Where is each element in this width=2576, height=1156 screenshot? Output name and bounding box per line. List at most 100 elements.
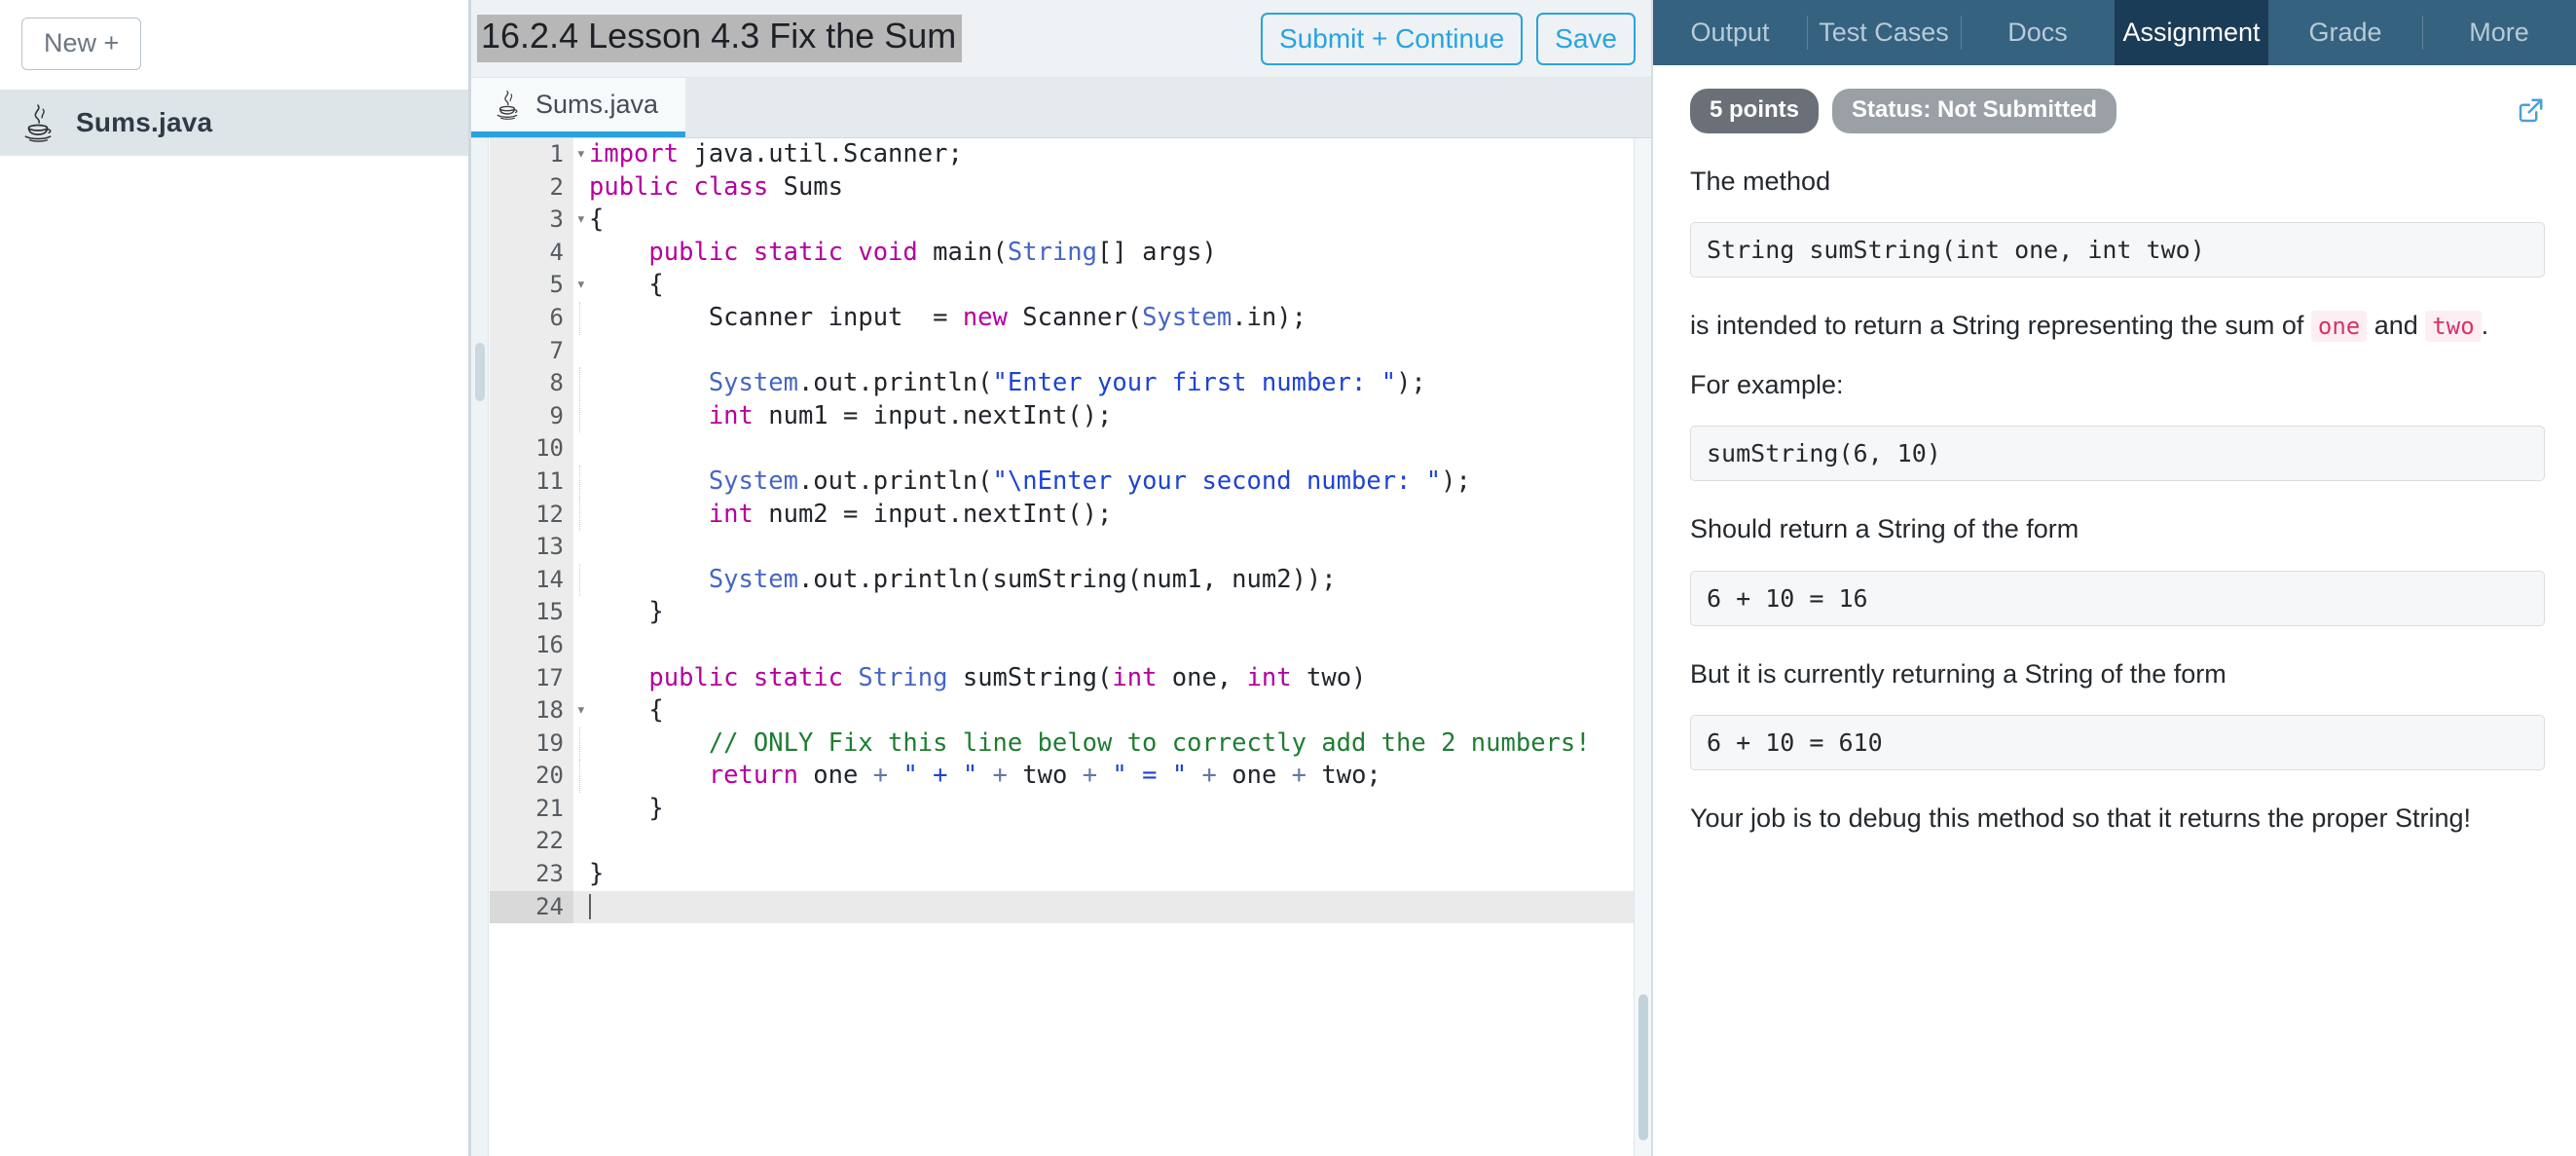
sidebar-file-sums-java[interactable]: Sums.java — [0, 89, 468, 156]
line-number: 14 — [490, 563, 573, 597]
code-line[interactable]: 2 public class Sums — [490, 170, 1634, 205]
code-text[interactable]: Scanner input = new Scanner(System.in); — [573, 301, 1634, 335]
editor-left-scrollbar-thumb[interactable] — [475, 343, 485, 401]
code-text[interactable]: System.out.println("Enter your first num… — [573, 367, 1634, 400]
code-text[interactable]: System.out.println("\nEnter your second … — [573, 465, 1634, 499]
line-number: 10 — [490, 432, 573, 466]
code-text[interactable]: return one + " + " + two + " = " + one +… — [573, 760, 1634, 793]
code-text[interactable]: } — [573, 596, 1634, 629]
code-text[interactable]: import java.util.Scanner; — [573, 138, 1634, 171]
code-editor[interactable]: 1 ▾ import java.util.Scanner; 2 public class… — [471, 138, 1651, 1156]
code-line[interactable]: 21 } — [490, 792, 1634, 826]
code-line[interactable]: 4 public static void main(String[] args) — [490, 236, 1634, 270]
line-number: 8 — [490, 367, 573, 400]
panel-tab-more[interactable]: More — [2422, 0, 2576, 65]
editor-tab-label: Sums.java — [535, 90, 659, 119]
new-file-button[interactable]: New + — [21, 18, 142, 70]
code-text[interactable]: public static String sumString(int one, … — [573, 662, 1634, 695]
code-token: Scanner( — [1022, 302, 1143, 332]
submit-continue-button[interactable]: Submit + Continue — [1261, 12, 1524, 65]
code-token: int — [1246, 662, 1306, 692]
code-text[interactable]: public static void main(String[] args) — [573, 237, 1634, 270]
code-token: public static — [648, 662, 859, 692]
code-token: one, — [1171, 662, 1247, 692]
code-line[interactable]: 18 ▾ { — [490, 694, 1634, 727]
code-text[interactable]: int num1 = input.nextInt(); — [573, 399, 1634, 433]
code-text[interactable]: // ONLY Fix this line below to correctly… — [573, 727, 1634, 761]
code-line[interactable]: 1 ▾ import java.util.Scanner; — [490, 138, 1634, 171]
assignment-paragraph: Your job is to debug this method so that… — [1690, 802, 2471, 833]
line-number: 7 — [490, 334, 573, 368]
code-text[interactable]: } — [573, 793, 1634, 826]
code-token: one — [1232, 761, 1292, 791]
assignment-paragraph: Should return a String of the form — [1690, 514, 2079, 544]
code-token: two) — [1306, 662, 1367, 692]
code-line[interactable]: 8 System.out.println("Enter your first n… — [490, 367, 1634, 400]
line-number: 15 — [490, 596, 573, 629]
code-text[interactable]: public class Sums — [573, 171, 1634, 205]
java-icon — [21, 103, 55, 142]
sidebar-toolbar: New + — [0, 0, 468, 90]
code-text[interactable] — [573, 890, 1634, 924]
code-text[interactable]: { — [573, 694, 1634, 727]
panel-tab-assignment[interactable]: Assignment — [2115, 0, 2268, 65]
code-text[interactable]: } — [573, 858, 1634, 891]
code-line[interactable]: 9 int num1 = input.nextInt(); — [490, 399, 1634, 433]
assignment-body: 5 points Status: Not Submitted The metho… — [1653, 65, 2576, 1156]
code-line[interactable]: 19 // ONLY Fix this line below to correc… — [490, 727, 1634, 761]
panel-tab-docs[interactable]: Docs — [1961, 0, 2115, 65]
code-line[interactable]: 5 ▾ { — [490, 269, 1634, 302]
assignment-title[interactable]: 16.2.4 Lesson 4.3 Fix the Sum — [477, 15, 963, 62]
line-number: 13 — [490, 531, 573, 564]
code-line[interactable]: 20 return one + " + " + two + " = " + on… — [490, 760, 1634, 793]
code-line[interactable]: 11 System.out.println("\nEnter your seco… — [490, 465, 1634, 499]
code-text[interactable]: System.out.println(sumString(num1, num2)… — [573, 563, 1634, 597]
save-button[interactable]: Save — [1536, 12, 1636, 65]
panel-tab-output[interactable]: Output — [1653, 0, 1807, 65]
code-lines-container[interactable]: 1 ▾ import java.util.Scanner; 2 public class… — [490, 138, 1634, 1156]
code-line[interactable]: 7 — [490, 334, 1634, 368]
code-token: + — [1187, 761, 1233, 791]
code-text[interactable]: int num2 = input.nextInt(); — [573, 498, 1634, 532]
code-line[interactable]: 17 public static String sumString(int on… — [490, 661, 1634, 695]
code-line[interactable]: 10 — [490, 432, 1634, 466]
code-line[interactable]: 14 System.out.println(sumString(num1, nu… — [490, 563, 1634, 597]
code-line[interactable]: 16 — [490, 628, 1634, 662]
code-token: " = " — [1112, 761, 1188, 791]
code-token: new — [962, 302, 1023, 332]
code-token: } — [589, 597, 664, 627]
indent-guide — [579, 465, 580, 499]
line-number: 9 — [490, 399, 573, 433]
panel-tab-label: Assignment — [2122, 18, 2261, 47]
code-line[interactable]: 3 ▾{ — [490, 204, 1634, 237]
code-text[interactable]: { — [573, 269, 1634, 302]
external-link-icon[interactable] — [2516, 96, 2545, 126]
editor-right-scrollbar[interactable] — [1634, 138, 1651, 1156]
assignment-paragraph: is intended to return a String represent… — [1690, 307, 2545, 345]
editor-left-scrollbar[interactable] — [471, 138, 489, 1156]
panel-tab-label: Test Cases — [1819, 18, 1949, 47]
paragraph-text: and — [2367, 311, 2426, 341]
assignment-code-block: sumString(6, 10) — [1690, 426, 2545, 482]
editor-right-scrollbar-thumb[interactable] — [1638, 994, 1648, 1140]
panel-tab-test-cases[interactable]: Test Cases — [1807, 0, 1961, 65]
panel-tab-label: Grade — [2308, 18, 2382, 47]
code-token: one — [813, 761, 873, 791]
line-number: 22 — [490, 825, 573, 859]
code-text[interactable]: { — [573, 204, 1634, 237]
line-number: 16 — [490, 628, 573, 662]
code-line[interactable]: 6 Scanner input = new Scanner(System.in)… — [490, 301, 1634, 335]
editor-tab-sums-java[interactable]: Sums.java — [471, 78, 686, 137]
line-number: 2 — [490, 170, 573, 205]
code-line[interactable]: 13 — [490, 531, 1634, 564]
line-number: 3 ▾ — [490, 204, 586, 237]
code-line[interactable]: 22 — [490, 825, 1634, 859]
code-line[interactable]: 24 — [490, 890, 1634, 924]
panel-tab-grade[interactable]: Grade — [2268, 0, 2422, 65]
paragraph-text: is intended to return a String represent… — [1690, 311, 2311, 341]
code-line[interactable]: 15 } — [490, 596, 1634, 629]
code-line[interactable]: 23} — [490, 858, 1634, 891]
code-token: System — [708, 368, 798, 398]
code-line[interactable]: 12 int num2 = input.nextInt(); — [490, 498, 1634, 532]
